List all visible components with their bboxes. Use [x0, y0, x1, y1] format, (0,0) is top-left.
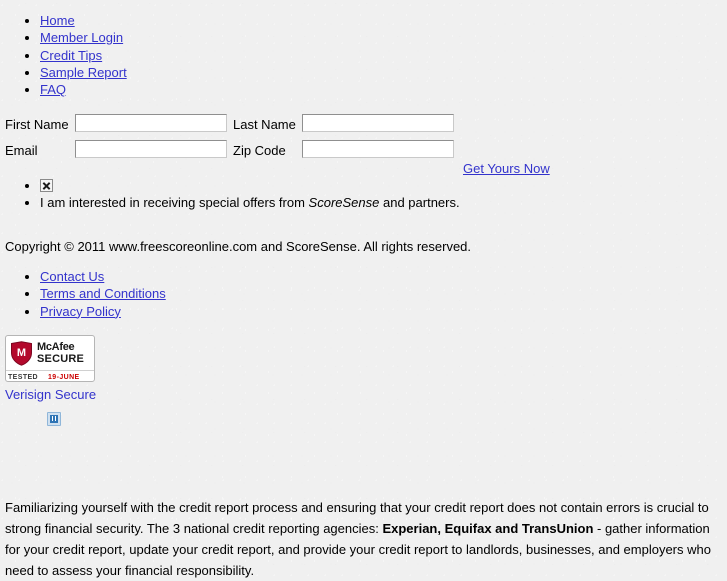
- nav-link-sample-report[interactable]: Sample Report: [40, 65, 127, 80]
- footer-link-privacy-policy[interactable]: Privacy Policy: [40, 304, 121, 319]
- footer-item-terms[interactable]: Terms and Conditions: [40, 285, 440, 302]
- footer-item-contact-us[interactable]: Contact Us: [40, 268, 440, 285]
- mcafee-badge-top: M McAfee SECURE: [6, 336, 94, 370]
- nav-item-member-login[interactable]: Member Login: [40, 29, 440, 46]
- nav-item-credit-tips[interactable]: Credit Tips: [40, 47, 440, 64]
- nav-link-faq[interactable]: FAQ: [40, 82, 66, 97]
- verisign-secure-link[interactable]: Verisign Secure: [5, 387, 96, 402]
- mcafee-tested-date: 19-JUNE: [48, 373, 80, 381]
- top-navigation-list: Home Member Login Credit Tips Sample Rep…: [0, 12, 440, 98]
- form-row-email-zip: Email Zip Code: [0, 138, 727, 164]
- credit-agencies-names: Experian, Equifax and TransUnion: [382, 521, 594, 536]
- footer-link-terms-and-conditions[interactable]: Terms and Conditions: [40, 286, 166, 301]
- mcafee-tested-row: TESTED 19-JUNE: [6, 370, 94, 381]
- last-name-label: Last Name: [233, 117, 296, 132]
- signup-form: First Name Last Name Email Zip Code: [0, 112, 727, 164]
- get-yours-now-container: Get Yours Now: [463, 161, 550, 176]
- svg-text:M: M: [17, 347, 26, 359]
- copyright-text: Copyright © 2011 www.freescoreonline.com…: [5, 239, 472, 254]
- get-yours-now-link[interactable]: Get Yours Now: [463, 161, 550, 176]
- verisign-secure-container: Verisign Secure: [5, 387, 96, 402]
- footer-link-contact-us[interactable]: Contact Us: [40, 269, 104, 284]
- first-name-input[interactable]: [75, 114, 227, 132]
- mcafee-wordmark: McAfee SECURE: [37, 340, 85, 365]
- offers-text-after: and partners.: [379, 195, 460, 211]
- nav-item-sample-report[interactable]: Sample Report: [40, 64, 440, 81]
- offers-checkbox-item[interactable]: [40, 177, 640, 194]
- offers-text-before: I am interested in receiving special off…: [40, 195, 309, 211]
- zip-code-label: Zip Code: [233, 143, 286, 158]
- email-label: Email: [5, 143, 38, 158]
- mcafee-secure-badge[interactable]: M McAfee SECURE TESTED 19-JUNE: [5, 335, 95, 382]
- scoresense-brand: ScoreSense: [308, 195, 380, 211]
- zip-code-input[interactable]: [302, 140, 454, 158]
- nav-link-member-login[interactable]: Member Login: [40, 30, 123, 45]
- nav-item-faq[interactable]: FAQ: [40, 81, 440, 98]
- nav-item-home[interactable]: Home: [40, 12, 440, 29]
- page-root: Home Member Login Credit Tips Sample Rep…: [0, 0, 727, 578]
- first-name-label: First Name: [5, 117, 69, 132]
- nav-link-home[interactable]: Home: [40, 13, 75, 28]
- broken-image-glyph: [50, 415, 58, 423]
- form-row-names: First Name Last Name: [0, 112, 727, 138]
- footer-navigation-list: Contact Us Terms and Conditions Privacy …: [0, 268, 440, 320]
- mcafee-brand-text: McAfee: [37, 340, 75, 353]
- nav-link-credit-tips[interactable]: Credit Tips: [40, 48, 102, 63]
- email-input[interactable]: [75, 140, 227, 158]
- mcafee-tested-label: TESTED: [8, 373, 39, 381]
- info-paragraph: Familiarizing yourself with the credit r…: [5, 497, 721, 581]
- footer-item-privacy[interactable]: Privacy Policy: [40, 303, 440, 320]
- offers-optin-list: I am interested in receiving special off…: [0, 177, 640, 212]
- mcafee-shield-icon: M: [10, 340, 33, 366]
- broken-image-icon[interactable]: [40, 179, 53, 192]
- offers-text-item: I am interested in receiving special off…: [40, 194, 640, 211]
- last-name-input[interactable]: [302, 114, 454, 132]
- mcafee-secure-text: SECURE: [37, 352, 85, 365]
- broken-image-placeholder-icon[interactable]: [47, 412, 61, 426]
